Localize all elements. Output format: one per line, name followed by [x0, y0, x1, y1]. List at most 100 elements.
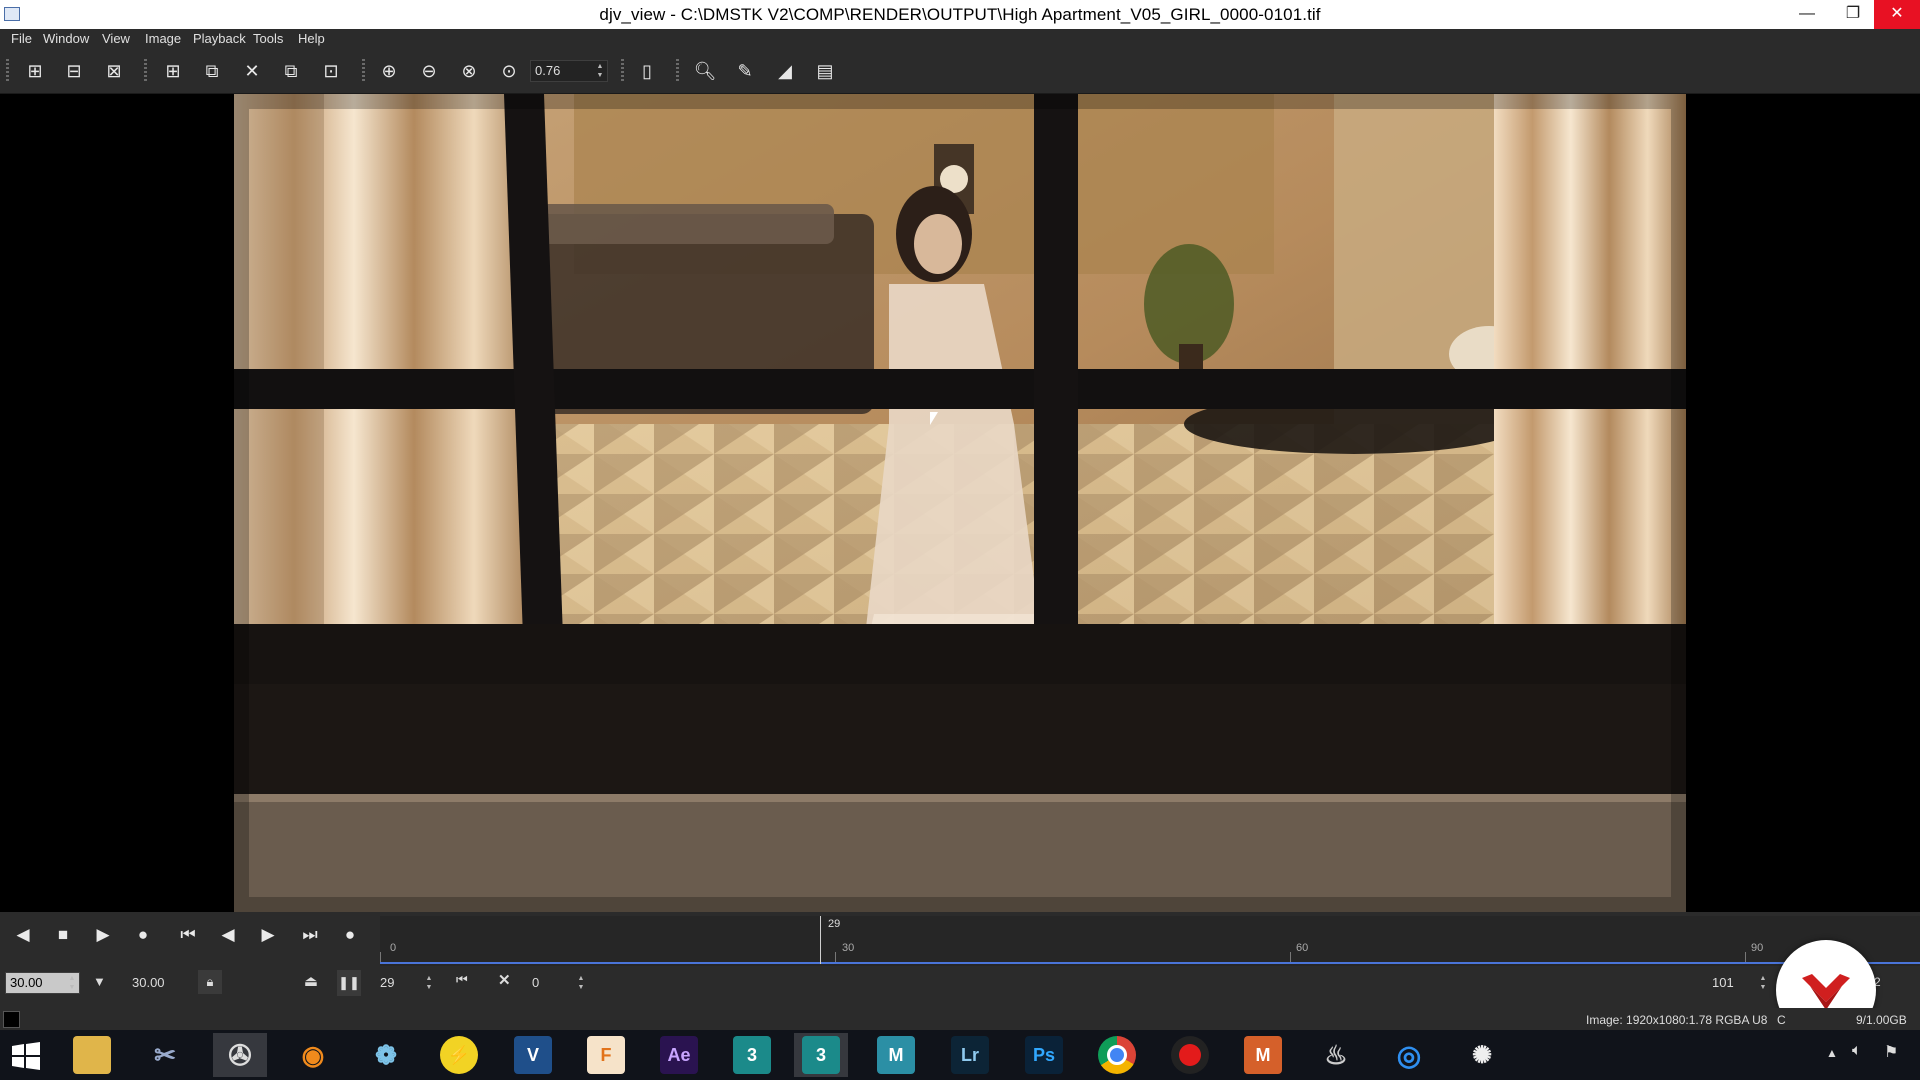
end-frame-input[interactable]: 101 ▲ ▼	[1707, 972, 1771, 994]
spin-arrows-icon[interactable]: ▲ ▼	[66, 974, 78, 992]
in-point-icon[interactable]: ⏮	[456, 972, 468, 988]
windows-logo-icon	[12, 1042, 40, 1070]
taskbar-3dsmax-1[interactable]: 3	[725, 1033, 779, 1077]
toolbar: ⊞ ⊟ ⊠ ⊞ ⧉ ✕ ⧉ ⊡ ⊕ ⊖ ⊗ ⊙ 0.76 ▲ ▼ ▯ 🔍︎ ✎ ◢…	[0, 49, 1920, 94]
lock-icon[interactable]: 🔒︎	[198, 970, 222, 994]
taskbar-photoshop[interactable]: Ps	[1017, 1033, 1071, 1077]
go-end-icon[interactable]: ⏭	[295, 920, 325, 950]
pause-icon[interactable]: ❚❚	[337, 970, 361, 996]
taskbar-chrome[interactable]	[1090, 1033, 1144, 1077]
toolbar-separator	[621, 59, 624, 83]
blender-icon: ◉	[301, 1039, 325, 1070]
taskbar-file-explorer[interactable]	[65, 1033, 119, 1077]
minimize-button[interactable]: —	[1784, 0, 1830, 29]
fit-image-icon[interactable]: ⧉	[278, 58, 304, 84]
close-button[interactable]: ✕	[1874, 0, 1920, 29]
playback-mode-icon[interactable]: ●	[128, 920, 158, 950]
taskbar-houdini[interactable]: ♨	[1309, 1033, 1363, 1077]
step-forward-icon[interactable]: ▶	[253, 920, 283, 950]
window-size-icon[interactable]: ⧉	[199, 58, 225, 84]
windows-taskbar: ✂ ✇ ◉ ❁ ⚡ V F Ae 3 3 M Lr Ps M ♨ ◎ ✺ ▲ 🔈…	[0, 1030, 1920, 1080]
color-picker-icon[interactable]: ✎	[732, 58, 758, 84]
menu-help[interactable]: Help	[298, 31, 325, 46]
channel-display-icon[interactable]: ▯	[634, 58, 660, 84]
toolbar-separator	[676, 59, 679, 83]
taskbar-quicktime[interactable]: ◎	[1382, 1033, 1436, 1077]
film-reel-icon: ✇	[228, 1039, 252, 1071]
taskbar-maya[interactable]: M	[869, 1033, 923, 1077]
fit-window-icon[interactable]: ⊞	[160, 58, 186, 84]
taskbar-snipping-tool[interactable]: ✂	[138, 1033, 192, 1077]
zoom-in-icon[interactable]: ⊕	[376, 58, 402, 84]
mouse-cursor-icon	[930, 412, 938, 425]
volume-icon[interactable]: 🔈︎	[1852, 1042, 1862, 1060]
zoom-spinbox[interactable]: 0.76 ▲ ▼	[530, 60, 608, 82]
new-window-icon[interactable]: ⊞	[22, 58, 48, 84]
end-frame-value: 101	[1712, 975, 1734, 990]
go-start-icon[interactable]: ⏮	[173, 920, 203, 950]
fps-target-value: 30.00	[132, 975, 165, 990]
taskbar-fusion[interactable]: F	[579, 1033, 633, 1077]
spin-arrows-icon[interactable]: ▲ ▼	[423, 974, 435, 992]
fps-input[interactable]: 30.00 ▲ ▼	[5, 972, 80, 994]
image-viewer[interactable]	[0, 94, 1920, 912]
step-back-icon[interactable]: ◀	[213, 920, 243, 950]
restore-button[interactable]: ❐	[1830, 0, 1876, 29]
open-file-icon[interactable]: ⊟	[61, 58, 87, 84]
loop-icon[interactable]: ●	[335, 920, 365, 950]
zoom-reset-icon[interactable]: ⊗	[456, 58, 482, 84]
fusion-icon: F	[587, 1036, 625, 1074]
taskbar-djv-view[interactable]: ✇	[213, 1033, 267, 1077]
ruler-label: 60	[1296, 942, 1309, 954]
menu-playback[interactable]: Playback	[193, 31, 246, 46]
notification-flag-icon[interactable]: ⚑	[1884, 1042, 1898, 1062]
presentation-icon[interactable]: ⊡	[318, 58, 344, 84]
spin-arrows-icon[interactable]: ▲ ▼	[575, 974, 587, 992]
stop-icon[interactable]: ■	[48, 920, 78, 950]
menu-tools[interactable]: Tools	[253, 31, 283, 46]
taskbar-misc-tool[interactable]: ✺	[1455, 1033, 1509, 1077]
fps-dropdown-icon[interactable]: ▼	[93, 974, 106, 989]
fullscreen-icon[interactable]: ✕	[239, 58, 265, 84]
frame-input[interactable]: 29 ▲ ▼	[375, 972, 437, 994]
current-frame-line[interactable]	[820, 916, 821, 964]
clear-in-point-icon[interactable]: ✕	[498, 971, 511, 989]
start-button[interactable]	[10, 1040, 42, 1072]
magnify-icon[interactable]: 🔍︎	[692, 58, 718, 84]
taskbar-yellow-app[interactable]: ⚡	[432, 1033, 486, 1077]
record-icon	[1171, 1036, 1209, 1074]
spin-arrows-icon[interactable]: ▲ ▼	[594, 62, 606, 80]
spin-arrows-icon[interactable]: ▲ ▼	[1757, 974, 1769, 992]
vray-icon: V	[514, 1036, 552, 1074]
menu-window[interactable]: Window	[43, 31, 89, 46]
taskbar-davinci-resolve[interactable]: ❁	[359, 1033, 413, 1077]
histogram-icon[interactable]: ◢	[772, 58, 798, 84]
taskbar-after-effects[interactable]: Ae	[652, 1033, 706, 1077]
taskbar-mari[interactable]: M	[1236, 1033, 1290, 1077]
taskbar-lightroom[interactable]: Lr	[943, 1033, 997, 1077]
play-forward-icon[interactable]: ▶	[88, 920, 118, 950]
status-bar: Image: 1920x1080:1.78 RGBA U8 C 9/1.00GB	[0, 1008, 1920, 1030]
menu-file[interactable]: File	[11, 31, 32, 46]
tray-overflow-icon[interactable]: ▲	[1826, 1046, 1838, 1060]
taskbar-obs-record[interactable]	[1163, 1033, 1217, 1077]
frame-sync-icon[interactable]: ⏏	[300, 970, 322, 994]
rendered-image	[234, 94, 1686, 912]
zoom-out-icon[interactable]: ⊖	[416, 58, 442, 84]
window-title: djv_view - C:\DMSTK V2\COMP\RENDER\OUTPU…	[599, 5, 1321, 24]
mari-icon: M	[1244, 1036, 1282, 1074]
taskbar-blender[interactable]: ◉	[286, 1033, 340, 1077]
frame-ruler[interactable]: 0 30 60 90 29	[380, 916, 1920, 966]
info-icon[interactable]: ▤	[812, 58, 838, 84]
menu-view[interactable]: View	[102, 31, 130, 46]
toolbar-separator	[362, 59, 365, 83]
fit-zoom-icon[interactable]: ⊙	[496, 58, 522, 84]
taskbar-3dsmax-2[interactable]: 3	[794, 1033, 848, 1077]
ruler-label: 0	[390, 942, 397, 954]
play-reverse-icon[interactable]: ◀	[8, 920, 38, 950]
close-file-icon[interactable]: ⊠	[101, 58, 127, 84]
photoshop-icon: Ps	[1025, 1036, 1063, 1074]
taskbar-vray[interactable]: V	[506, 1033, 560, 1077]
menu-image[interactable]: Image	[145, 31, 181, 46]
in-point-input[interactable]: 0 ▲ ▼	[527, 972, 589, 994]
